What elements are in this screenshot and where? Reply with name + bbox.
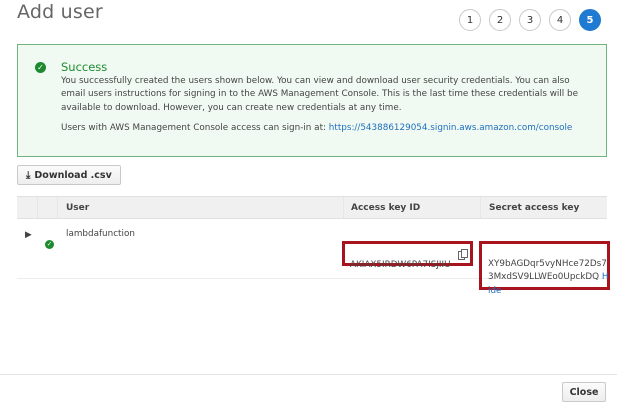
expand-row-icon[interactable]: ▶ xyxy=(17,219,38,278)
success-alert: ✓ Success You successfully created the u… xyxy=(17,44,607,157)
user-name-cell: lambdafunction xyxy=(66,229,135,239)
console-signin-link[interactable]: https://543886129054.signin.aws.amazon.c… xyxy=(329,123,573,133)
page-title: Add user xyxy=(17,1,103,23)
alert-heading: Success xyxy=(61,60,108,74)
footer-bar: Close xyxy=(0,374,617,404)
check-circle-icon: ✓ xyxy=(35,62,46,73)
secret-access-key-value: XY9bAGDqr5vyNHce72Ds73MxdSV9LLWEo0UpckDQ… xyxy=(488,248,610,298)
row-status-cell: ✓ xyxy=(38,219,58,278)
step-3[interactable]: 3 xyxy=(519,9,541,31)
step-4[interactable]: 4 xyxy=(549,9,571,31)
signin-prefix: Users with AWS Management Console access… xyxy=(61,123,326,133)
header-expand-col xyxy=(17,197,38,218)
alert-message: You successfully created the users shown… xyxy=(61,76,579,113)
table-header: User Access key ID Secret access key xyxy=(17,196,607,219)
download-csv-button[interactable]: ⤓ Download .csv xyxy=(17,165,121,185)
close-button[interactable]: Close xyxy=(562,382,606,402)
header-user: User xyxy=(58,197,344,218)
access-key-id-value: AKIAX5IRDW6PA7ISJIIU xyxy=(350,260,451,270)
signin-info: Users with AWS Management Console access… xyxy=(61,123,572,133)
download-csv-label: Download .csv xyxy=(34,169,112,181)
header-access-key-id: Access key ID xyxy=(344,197,481,218)
step-5[interactable]: 5 xyxy=(579,9,601,31)
credentials-table: User Access key ID Secret access key ▶ ✓… xyxy=(17,196,610,296)
header-secret-access-key: Secret access key xyxy=(489,202,580,213)
secret-key-text: XY9bAGDqr5vyNHce72Ds73MxdSV9LLWEo0UpckDQ xyxy=(488,259,607,283)
step-1[interactable]: 1 xyxy=(459,9,481,31)
download-icon: ⤓ xyxy=(26,169,31,181)
step-2[interactable]: 2 xyxy=(489,9,511,31)
wizard-steps: 1 2 3 4 5 xyxy=(459,9,601,31)
header-status-col xyxy=(38,197,58,218)
table-row: ▶ ✓ lambdafunction AKIAX5IRDW6PA7ISJIIU … xyxy=(17,219,610,296)
check-circle-icon: ✓ xyxy=(45,240,54,249)
copy-icon[interactable] xyxy=(458,249,468,260)
